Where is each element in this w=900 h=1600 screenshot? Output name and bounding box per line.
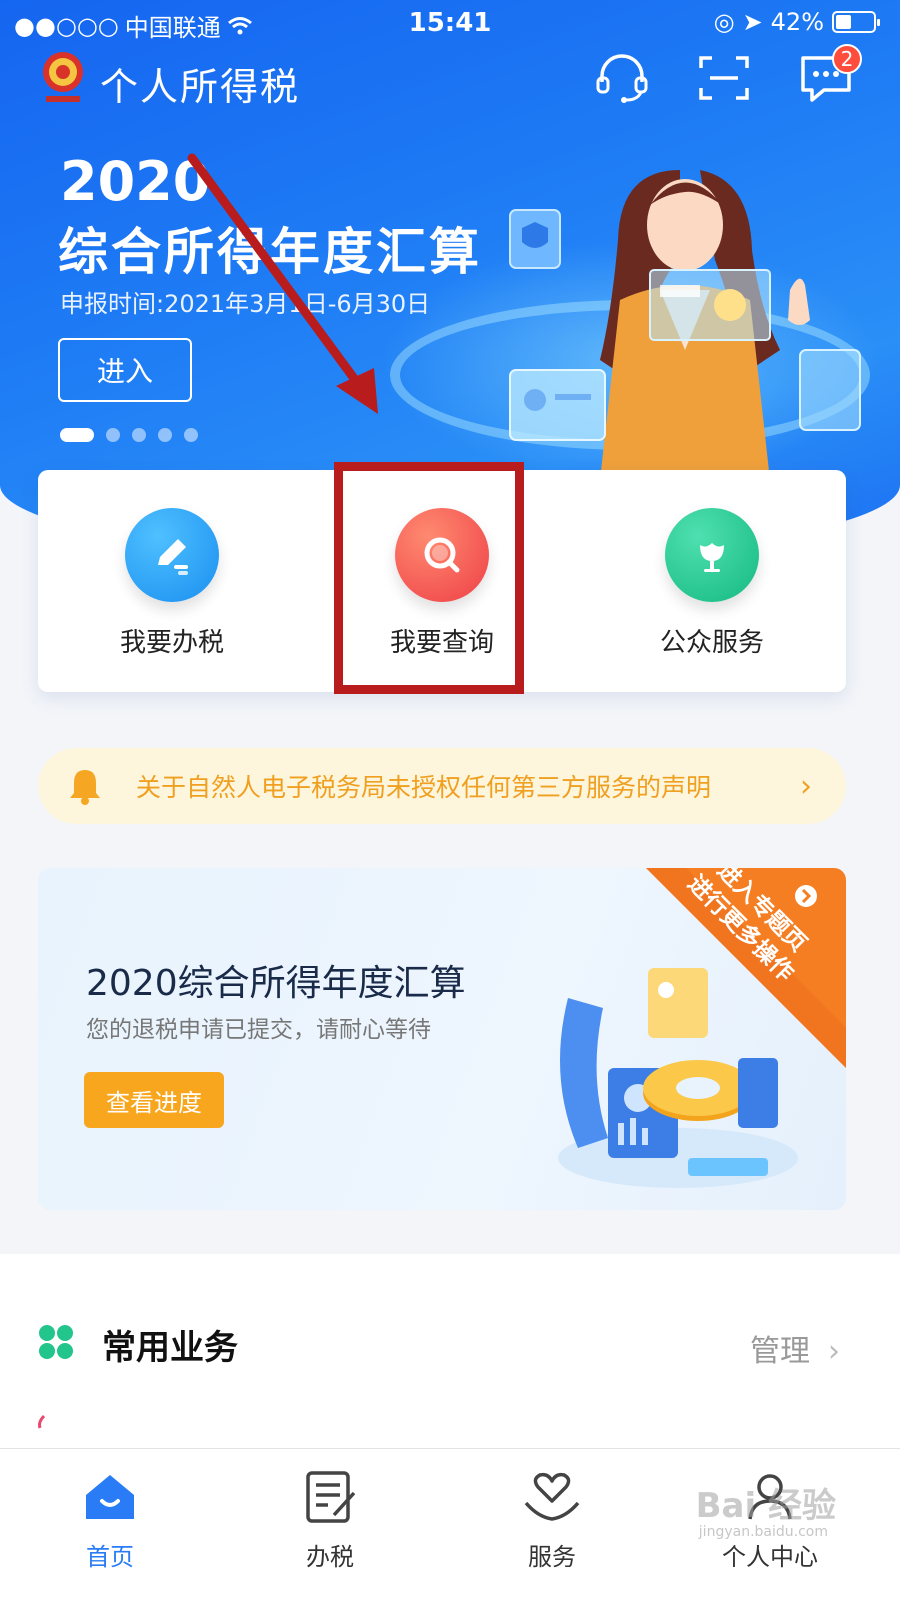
common-services-title: 常用业务 [102, 1328, 238, 1368]
notice-bar[interactable]: 关于自然人电子税务局未授权任何第三方服务的声明 › [38, 748, 846, 824]
message-badge: 2 [832, 44, 862, 74]
quick-action-tax[interactable]: 我要办税 [52, 508, 292, 668]
tab-tax[interactable]: 办税 [250, 1467, 410, 1572]
notice-text: 关于自然人电子税务局未授权任何第三方服务的声明 [136, 773, 712, 802]
tab-label: 办税 [306, 1543, 354, 1571]
annual-subtitle: 您的退税申请已提交，请耐心等待 [86, 1017, 431, 1043]
pencil-icon [125, 508, 219, 602]
annotation-highlight-box [334, 462, 524, 694]
message-icon[interactable]: 2 [796, 44, 862, 106]
promo-date: 申报时间:2021年3月1日-6月30日 [60, 290, 431, 318]
grid-icon [39, 1325, 73, 1359]
service-item-peek-icon [38, 1414, 46, 1429]
banner-illustration [509, 170, 861, 480]
watermark-logo: Bai 经验 [695, 1486, 836, 1526]
quick-action-label: 我要办税 [119, 628, 224, 658]
carousel-indicator[interactable] [60, 428, 198, 442]
carousel-dot[interactable] [106, 428, 120, 442]
tab-label: 服务 [528, 1543, 576, 1571]
promo-year: 2020 [60, 150, 211, 213]
common-services-section: 常用业务 管理 › [0, 1254, 900, 1454]
tab-label: 首页 [86, 1543, 134, 1571]
tax-emblem-logo [43, 52, 83, 102]
status-bar: ●●○○○ 中国联通 15:41 ◎ ➤ 42% [0, 0, 900, 44]
battery-icon [832, 11, 880, 33]
chevron-right-icon: › [828, 1334, 840, 1369]
carousel-dot[interactable] [132, 428, 146, 442]
enter-button[interactable]: 进入 [58, 338, 192, 402]
quick-action-label: 公众服务 [659, 628, 764, 658]
rotation-lock-icon: ◎ [713, 8, 735, 36]
manage-link[interactable]: 管理 › [750, 1326, 840, 1370]
flower-icon [665, 508, 759, 602]
manage-label: 管理 [750, 1334, 810, 1369]
carousel-dot[interactable] [60, 428, 94, 442]
app-header: 个人所得税 2 [0, 44, 900, 114]
scan-icon[interactable] [694, 50, 754, 106]
quick-action-public-service[interactable]: 公众服务 [592, 508, 832, 668]
headset-icon[interactable] [592, 50, 652, 106]
location-icon: ➤ [742, 8, 763, 36]
tab-home[interactable]: 首页 [30, 1467, 190, 1572]
tab-label: 个人中心 [722, 1543, 818, 1571]
heart-hand-icon [524, 1472, 580, 1521]
promo-title: 综合所得年度汇算 [58, 223, 482, 281]
watermark-url: jingyan.baidu.com [698, 1524, 828, 1540]
battery-fill [836, 15, 851, 29]
home-icon [86, 1475, 134, 1519]
battery-percent: 42% [770, 8, 824, 36]
bell-icon [70, 770, 100, 805]
annual-title: 2020综合所得年度汇算 [86, 963, 466, 1004]
app-title: 个人所得税 [100, 65, 301, 109]
view-progress-button[interactable]: 查看进度 [84, 1072, 224, 1128]
carousel-dot[interactable] [184, 428, 198, 442]
chevron-right-icon: › [800, 768, 812, 804]
status-right: ◎ ➤ 42% [713, 8, 880, 36]
form-icon [306, 1471, 356, 1523]
tab-service[interactable]: 服务 [472, 1467, 632, 1572]
annual-summary-card[interactable]: 2020综合所得年度汇算 您的退税申请已提交，请耐心等待 查看进度 进入专题页 … [38, 868, 846, 1210]
carousel-dot[interactable] [158, 428, 172, 442]
